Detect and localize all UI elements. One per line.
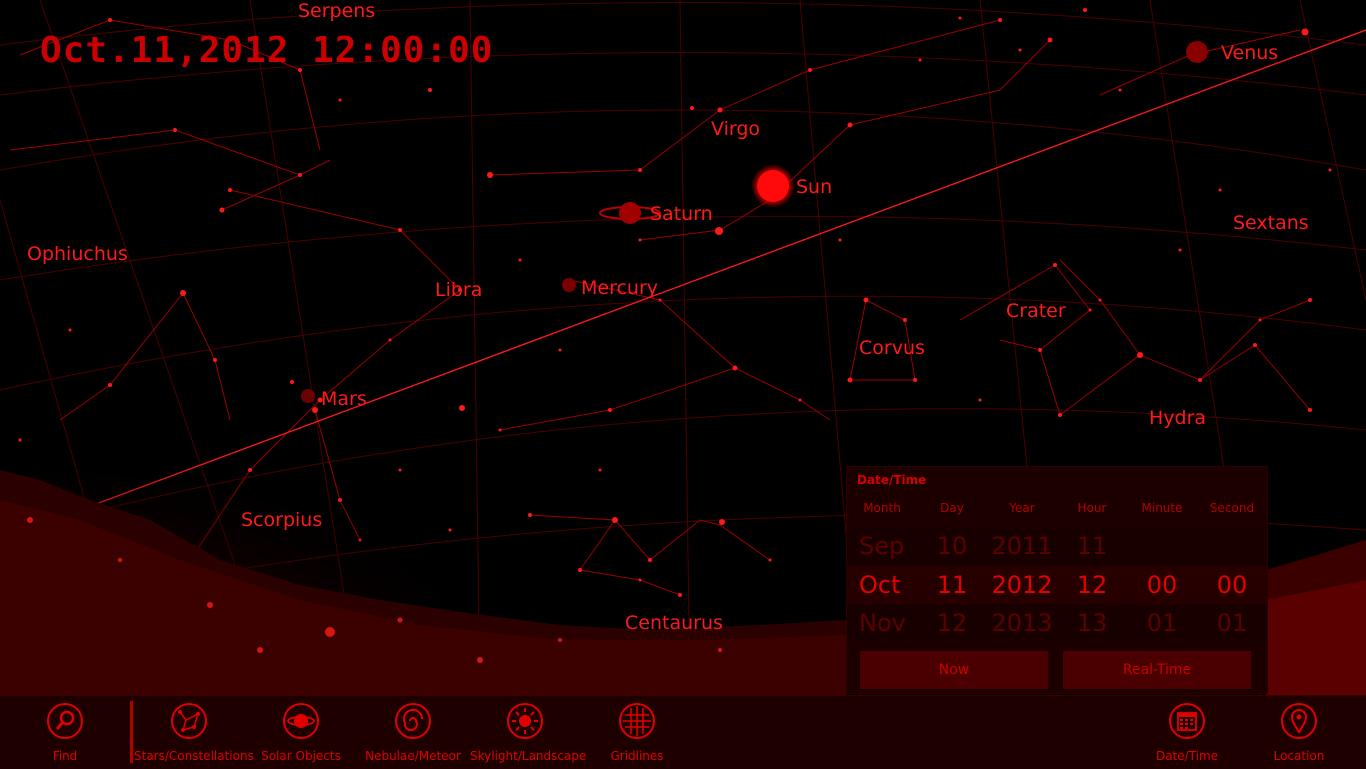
day-cell[interactable]: 12 (917, 604, 987, 642)
minute-cell[interactable]: 01 (1127, 604, 1197, 642)
year-cell[interactable]: 2012 (987, 566, 1057, 604)
now-button[interactable]: Now (860, 651, 1048, 689)
label-scorpius: Scorpius (241, 509, 323, 531)
planet-icon (283, 703, 319, 739)
picker-row-selected[interactable]: Oct 11 2012 12 00 00 (847, 566, 1267, 604)
label-mars: Mars (321, 388, 367, 410)
label-venus: Venus (1221, 42, 1279, 64)
month-cell[interactable]: Sep (847, 527, 919, 565)
minute-cell[interactable]: 00 (1127, 566, 1197, 604)
picker-row-next[interactable]: Nov 12 2013 13 01 01 (847, 604, 1267, 642)
hour-cell[interactable]: 12 (1057, 566, 1127, 604)
minute-cell[interactable] (1127, 527, 1197, 565)
second-cell[interactable] (1197, 527, 1267, 565)
datetime-label: Date/Time (1155, 749, 1219, 763)
skylight-landscape-label: Skylight/Landscape (470, 749, 587, 763)
hour-cell[interactable]: 13 (1057, 604, 1127, 642)
nebulae-meteor-button[interactable]: Nebulae/Meteor (358, 696, 468, 769)
search-icon (47, 703, 83, 739)
column-header-day: Day (940, 501, 964, 515)
column-header-minute: Minute (1141, 501, 1183, 515)
label-saturn: Saturn (650, 203, 713, 225)
current-datetime-display: Oct.11,2012 12:00:00 (40, 30, 494, 71)
gridlines-label: Gridlines (610, 749, 664, 763)
appbar-divider (130, 701, 133, 763)
second-cell[interactable]: 00 (1197, 566, 1267, 604)
datetime-button[interactable]: Date/Time (1132, 696, 1242, 769)
year-cell[interactable]: 2013 (987, 604, 1057, 642)
nebulae-meteor-label: Nebulae/Meteor (365, 749, 461, 763)
label-hydra: Hydra (1149, 407, 1207, 429)
label-virgo: Virgo (711, 118, 761, 140)
month-cell[interactable]: Oct (847, 566, 919, 604)
find-label: Find (52, 749, 78, 763)
realtime-button[interactable]: Real-Time (1063, 651, 1251, 689)
location-label: Location (1273, 749, 1325, 763)
label-corvus: Corvus (859, 337, 925, 359)
column-header-year: Year (1009, 501, 1035, 515)
stars-constellations-label: Stars/Constellations (134, 749, 254, 763)
galaxy-icon (395, 703, 431, 739)
column-header-second: Second (1209, 501, 1255, 515)
mercury-planet (562, 278, 576, 292)
column-header-month: Month (863, 501, 901, 515)
solar-objects-button[interactable]: Solar Objects (246, 696, 356, 769)
label-crater: Crater (1006, 300, 1066, 322)
mars-planet (301, 389, 315, 403)
day-cell[interactable]: 10 (917, 527, 987, 565)
app-bar: Find Stars/Constellations Solar Objects … (0, 695, 1366, 769)
gridlines-button[interactable]: Gridlines (582, 696, 692, 769)
column-header-hour: Hour (1077, 501, 1107, 515)
hour-cell[interactable]: 11 (1057, 527, 1127, 565)
calendar-icon (1169, 703, 1205, 739)
label-mercury: Mercury (581, 277, 659, 299)
venus-planet (1186, 41, 1208, 63)
year-cell[interactable]: 2011 (987, 527, 1057, 565)
find-button[interactable]: Find (10, 696, 120, 769)
day-cell[interactable]: 11 (917, 566, 987, 604)
location-pin-icon (1281, 703, 1317, 739)
grid-globe-icon (619, 703, 655, 739)
label-libra: Libra (435, 279, 483, 301)
solar-objects-label: Solar Objects (261, 749, 341, 763)
stars-constellations-button[interactable]: Stars/Constellations (134, 696, 254, 769)
label-sextans: Sextans (1233, 212, 1309, 234)
month-cell[interactable]: Nov (847, 604, 919, 642)
second-cell[interactable]: 01 (1197, 604, 1267, 642)
location-button[interactable]: Location (1244, 696, 1354, 769)
sun-icon (507, 703, 543, 739)
panel-title: Date/Time (857, 473, 927, 487)
constellation-icon (171, 703, 207, 739)
label-serpens: Serpens (298, 0, 376, 22)
picker-row-previous[interactable]: Sep 10 2011 11 (847, 527, 1267, 565)
label-centaurus: Centaurus (625, 612, 723, 634)
label-ophiuchus: Ophiuchus (27, 243, 128, 265)
label-sun: Sun (796, 176, 833, 198)
skylight-landscape-button[interactable]: Skylight/Landscape (470, 696, 587, 769)
datetime-picker-panel: Date/Time Month Day Year Hour Minute Sec… (846, 466, 1268, 694)
